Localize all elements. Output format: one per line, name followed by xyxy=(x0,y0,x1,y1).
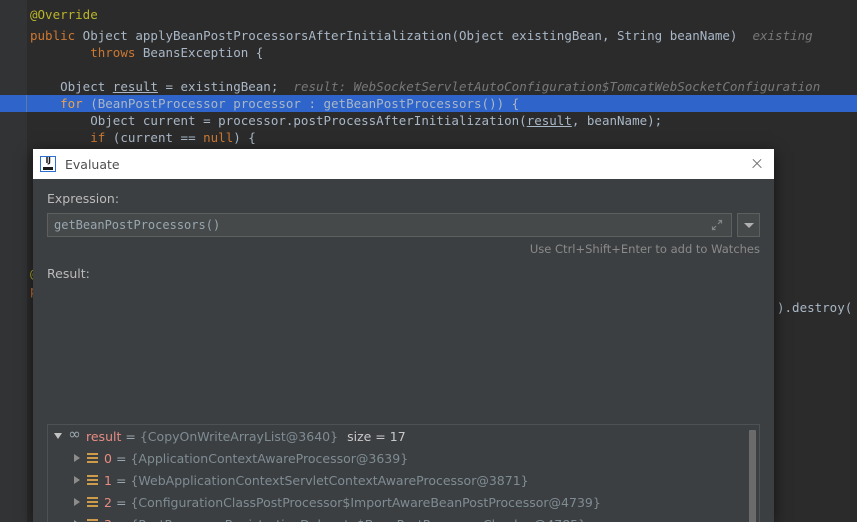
code-token: result xyxy=(112,79,158,94)
code-token: BeansException { xyxy=(135,45,264,60)
dialog-title: Evaluate xyxy=(65,156,120,172)
tree-node-equals: = xyxy=(115,494,127,510)
tree-row[interactable]: 2 = {ConfigurationClassPostProcessor$Impor… xyxy=(48,491,759,513)
code-token: public xyxy=(30,28,76,43)
code-token: Object applyBeanPostProcessorsAfterIniti… xyxy=(75,28,618,43)
array-icon xyxy=(85,473,100,488)
expand-editor-icon[interactable] xyxy=(709,217,725,233)
tree-node-name: 1 xyxy=(104,472,112,488)
code-token: ) { xyxy=(233,130,256,145)
chevron-down-icon xyxy=(743,222,754,228)
tree-node-value: {CopyOnWriteArrayList@3640} xyxy=(139,428,339,444)
evaluate-dialog[interactable]: IJ Evaluate Expression: getBeanPostProce… xyxy=(33,149,774,522)
code-token: if xyxy=(90,130,106,145)
tree-scrollbar-thumb[interactable] xyxy=(749,430,756,522)
code-token: beanName) xyxy=(662,28,753,43)
tree-node-name: 3 xyxy=(104,517,112,522)
tree-node-size: size = 17 xyxy=(347,428,406,444)
tree-node-equals: = xyxy=(112,517,130,522)
chevron-down-icon[interactable] xyxy=(52,425,67,447)
tree-row[interactable]: result={CopyOnWriteArrayList@3640} size =… xyxy=(48,425,759,447)
close-icon[interactable] xyxy=(748,155,766,173)
code-token: for xyxy=(60,96,83,111)
caret-strip xyxy=(26,95,27,112)
expression-label: Expression: xyxy=(47,191,120,206)
chevron-right-icon[interactable] xyxy=(70,513,85,522)
result-label: Result: xyxy=(47,266,90,281)
code-token: Object xyxy=(30,79,113,94)
code-token: Object current = processor.postProcessAf… xyxy=(30,113,527,128)
array-icon xyxy=(85,451,100,466)
code-token: (BeanPostProcessor processor : getBeanPo… xyxy=(82,96,520,111)
intellij-logo-icon: IJ xyxy=(40,156,56,172)
tree-node-value: {ConfigurationClassPostProcessor$ImportA… xyxy=(130,494,601,510)
expression-row: getBeanPostProcessors() xyxy=(47,213,760,237)
expression-input-value: getBeanPostProcessors() xyxy=(54,218,221,232)
result-tree-panel[interactable]: result={CopyOnWriteArrayList@3640}size =… xyxy=(47,424,760,522)
code-token: result xyxy=(526,113,572,128)
tree-node-value: {PostProcessorRegistrationDelegate$BeanP… xyxy=(130,517,586,522)
watches-hint: Use Ctrl+Shift+Enter to add to Watches xyxy=(529,242,760,256)
code-line: @Override xyxy=(0,6,857,23)
code-token: (current == xyxy=(105,130,204,145)
code-token: String xyxy=(617,28,663,43)
code-line: public Object applyBeanPostProcessorsAft… xyxy=(0,27,857,44)
array-icon xyxy=(85,495,100,510)
code-line: Object current = processor.postProcessAf… xyxy=(0,112,857,129)
result-tree[interactable]: result={CopyOnWriteArrayList@3640}size =… xyxy=(48,425,759,522)
intellij-logo-text: IJ xyxy=(45,156,51,165)
tree-row[interactable]: 0 = {ApplicationContextAwareProcessor@3639… xyxy=(48,447,759,469)
tree-node-equals: = xyxy=(125,428,136,444)
code-token: result: WebSocketServletAutoConfiguratio… xyxy=(293,79,821,94)
tree-node-name: 0 xyxy=(104,450,112,466)
dialog-body: Expression: getBeanPostProcessors() Use … xyxy=(33,179,774,281)
code-token: null xyxy=(203,130,234,145)
chevron-right-icon[interactable] xyxy=(70,447,85,469)
tree-row[interactable]: 3={PostProcessorRegistrationDelegate$Bea… xyxy=(48,513,759,522)
tree-node-equals: = xyxy=(115,472,127,488)
code-line: throws BeansException { xyxy=(0,44,857,61)
intellij-logo-bar xyxy=(43,167,53,170)
watch-icon xyxy=(67,425,82,444)
chevron-right-icon[interactable] xyxy=(70,469,85,491)
code-fragment-destroy: ).destroy( xyxy=(777,300,853,315)
tree-node-value: {ApplicationContextAwareProcessor@3639} xyxy=(130,450,409,466)
tree-node-equals: = xyxy=(115,450,127,466)
code-line: Object result = existingBean; result: We… xyxy=(0,78,857,95)
code-token: = existingBean; xyxy=(157,79,294,94)
code-token: throws xyxy=(90,45,136,60)
tree-node-name: result xyxy=(86,428,122,444)
tree-vertical-scrollbar[interactable] xyxy=(747,426,758,522)
tree-row[interactable]: 1 = {WebApplicationContextServletContextAw… xyxy=(48,469,759,491)
expression-input[interactable]: getBeanPostProcessors() xyxy=(47,213,732,237)
code-token: @Override xyxy=(30,7,98,22)
code-token: existing xyxy=(752,28,813,43)
tree-node-value: {WebApplicationContextServletContextAwar… xyxy=(130,472,529,488)
tree-node-name: 2 xyxy=(104,494,112,510)
code-line: if (current == null) { xyxy=(0,129,857,146)
dialog-titlebar[interactable]: IJ Evaluate xyxy=(33,149,774,179)
code-line: for (BeanPostProcessor processor : getBe… xyxy=(0,95,857,112)
expression-history-dropdown[interactable] xyxy=(737,213,760,237)
chevron-right-icon[interactable] xyxy=(70,491,85,513)
code-token: , beanName); xyxy=(571,113,663,128)
array-icon xyxy=(85,517,100,522)
